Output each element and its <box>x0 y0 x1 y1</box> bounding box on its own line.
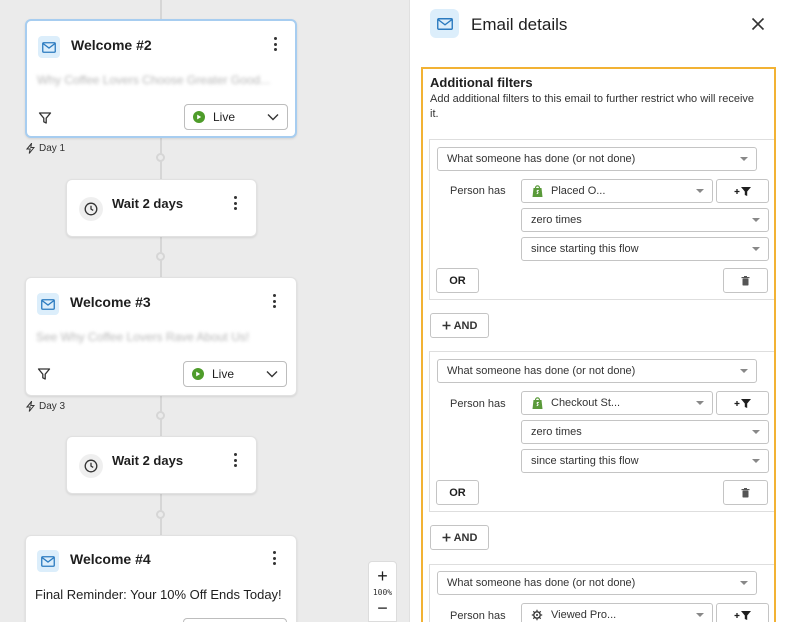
filter-group: What someone has done (or not done) Pers… <box>429 351 774 512</box>
email-details-panel: Email details Additional filters Add add… <box>409 0 785 622</box>
mail-icon <box>37 550 59 572</box>
mail-icon <box>38 36 60 58</box>
metric-dropdown[interactable]: Viewed Pro... <box>521 603 713 622</box>
or-button[interactable]: OR <box>436 480 479 505</box>
panel-title: Email details <box>471 15 568 34</box>
person-has-label: Person has <box>450 610 506 622</box>
status-label: Live <box>213 110 236 124</box>
shopify-icon <box>532 185 543 197</box>
clock-icon <box>79 454 103 478</box>
zoom-level: 100% <box>372 588 393 597</box>
plus-icon <box>442 533 451 542</box>
email-card-welcome-2[interactable]: Welcome #2 Why Coffee Lovers Choose Grea… <box>25 19 297 138</box>
mail-icon <box>430 9 459 38</box>
chevron-down-icon <box>267 114 279 121</box>
day-label: Day 1 <box>26 143 65 154</box>
clock-icon <box>79 197 103 221</box>
condition-dropdown[interactable]: What someone has done (or not done) <box>437 147 757 171</box>
timeframe-dropdown[interactable]: since starting this flow <box>521 449 769 473</box>
condition-dropdown[interactable]: What someone has done (or not done) <box>437 359 757 383</box>
email-preview-text: Final Reminder: Your 10% Off Ends Today! <box>35 587 282 602</box>
person-has-label: Person has <box>450 185 506 197</box>
filter-icon[interactable] <box>37 367 51 381</box>
more-options-icon[interactable] <box>229 451 241 469</box>
add-filter-icon <box>734 610 751 620</box>
filter-group: What someone has done (or not done) Pers… <box>429 564 774 622</box>
more-options-icon[interactable] <box>229 194 241 212</box>
additional-filters-section: Additional filters Add additional filter… <box>421 67 776 622</box>
filter-icon[interactable] <box>38 111 52 125</box>
lightning-icon <box>26 143 35 154</box>
add-filter-button[interactable] <box>716 603 769 622</box>
chevron-down-icon <box>266 371 278 378</box>
connector-dot <box>156 252 165 261</box>
live-status-icon <box>193 111 205 123</box>
plus-icon <box>442 321 451 330</box>
and-button[interactable]: AND <box>430 525 489 550</box>
status-dropdown[interactable]: Live <box>184 104 288 130</box>
zoom-out-button[interactable]: − <box>377 599 388 617</box>
email-preview-text: Why Coffee Lovers Choose Greater Good... <box>37 73 271 87</box>
email-card-welcome-4[interactable]: Welcome #4 Final Reminder: Your 10% Off … <box>25 535 297 622</box>
close-icon[interactable] <box>750 16 766 32</box>
connector-dot <box>156 153 165 162</box>
add-filter-button[interactable] <box>716 179 769 203</box>
person-has-label: Person has <box>450 398 506 410</box>
live-status-icon <box>192 368 204 380</box>
frequency-dropdown[interactable]: zero times <box>521 420 769 444</box>
more-options-icon[interactable] <box>268 549 280 567</box>
filter-group: What someone has done (or not done) Pers… <box>429 139 774 300</box>
lightning-icon <box>26 401 35 412</box>
connector-line <box>160 0 162 20</box>
wait-title: Wait 2 days <box>112 453 184 468</box>
wait-title: Wait 2 days <box>112 196 184 211</box>
shopify-icon <box>532 397 543 409</box>
wait-card[interactable]: Wait 2 days <box>66 179 257 237</box>
connector-dot <box>156 510 165 519</box>
add-filter-icon <box>734 186 751 196</box>
email-preview-text: See Why Coffee Lovers Rave About Us! <box>36 330 250 344</box>
email-card-welcome-3[interactable]: Welcome #3 See Why Coffee Lovers Rave Ab… <box>25 277 297 396</box>
more-options-icon[interactable] <box>269 35 281 53</box>
day-label: Day 3 <box>26 401 65 412</box>
filters-heading: Additional filters <box>430 75 533 90</box>
zoom-control: + 100% − <box>368 561 397 622</box>
wait-card[interactable]: Wait 2 days <box>66 436 257 494</box>
email-title: Welcome #3 <box>70 294 151 310</box>
panel-header: Email details <box>410 0 785 50</box>
add-filter-button[interactable] <box>716 391 769 415</box>
status-dropdown[interactable] <box>183 618 287 622</box>
timeframe-dropdown[interactable]: since starting this flow <box>521 237 769 261</box>
filters-description: Add additional filters to this email to … <box>430 93 755 120</box>
and-button[interactable]: AND <box>430 313 489 338</box>
metric-dropdown[interactable]: Placed O... <box>521 179 713 203</box>
add-filter-icon <box>734 398 751 408</box>
mail-icon <box>37 293 59 315</box>
frequency-dropdown[interactable]: zero times <box>521 208 769 232</box>
status-label: Live <box>212 367 235 381</box>
more-options-icon[interactable] <box>268 292 280 310</box>
or-button[interactable]: OR <box>436 268 479 293</box>
trash-icon <box>741 487 750 497</box>
flow-canvas[interactable]: Welcome #2 Why Coffee Lovers Choose Grea… <box>0 0 409 622</box>
status-dropdown[interactable]: Live <box>183 361 287 387</box>
gear-icon <box>531 609 543 621</box>
zoom-in-button[interactable]: + <box>377 567 388 585</box>
metric-dropdown[interactable]: Checkout St... <box>521 391 713 415</box>
email-title: Welcome #2 <box>71 37 152 53</box>
email-title: Welcome #4 <box>70 551 151 567</box>
condition-dropdown[interactable]: What someone has done (or not done) <box>437 571 757 595</box>
trash-icon <box>741 275 750 285</box>
delete-button[interactable] <box>723 268 768 293</box>
connector-dot <box>156 411 165 420</box>
delete-button[interactable] <box>723 480 768 505</box>
